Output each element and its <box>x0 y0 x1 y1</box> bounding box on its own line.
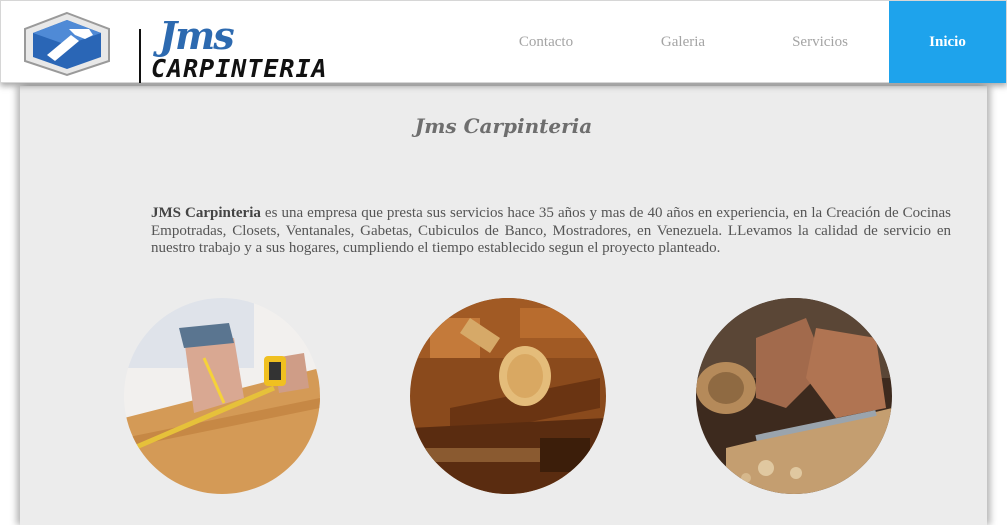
site-logo[interactable]: Jms CARPINTERIA <box>19 11 327 83</box>
wood-planing-photo <box>696 298 892 494</box>
main-nav: Contacto Galeria Servicios Inicio <box>477 1 1006 83</box>
intro-brand: JMS Carpinteria <box>151 205 261 221</box>
page-title: Jms Carpinteria <box>414 114 593 138</box>
intro-paragraph: JMS Carpinteria es una empresa que prest… <box>151 205 951 258</box>
woodworking-tools-photo <box>410 298 606 494</box>
intro-text: es una empresa que presta sus servicios … <box>151 205 951 256</box>
hammer-hexagon-icon <box>24 11 110 77</box>
site-header: Jms CARPINTERIA Contacto Galeria Servici… <box>0 0 1007 83</box>
nav-servicios[interactable]: Servicios <box>751 1 889 83</box>
logo-divider <box>139 29 141 83</box>
nav-galeria[interactable]: Galeria <box>615 1 751 83</box>
logo-script-text: Jms <box>159 13 235 58</box>
nav-contacto[interactable]: Contacto <box>477 1 615 83</box>
nav-inicio[interactable]: Inicio <box>889 1 1006 83</box>
main-content: Jms Carpinteria JMS Carpinteria es una e… <box>20 86 987 525</box>
logo-text: CARPINTERIA <box>151 54 328 83</box>
carpenter-measuring-photo <box>124 298 320 494</box>
